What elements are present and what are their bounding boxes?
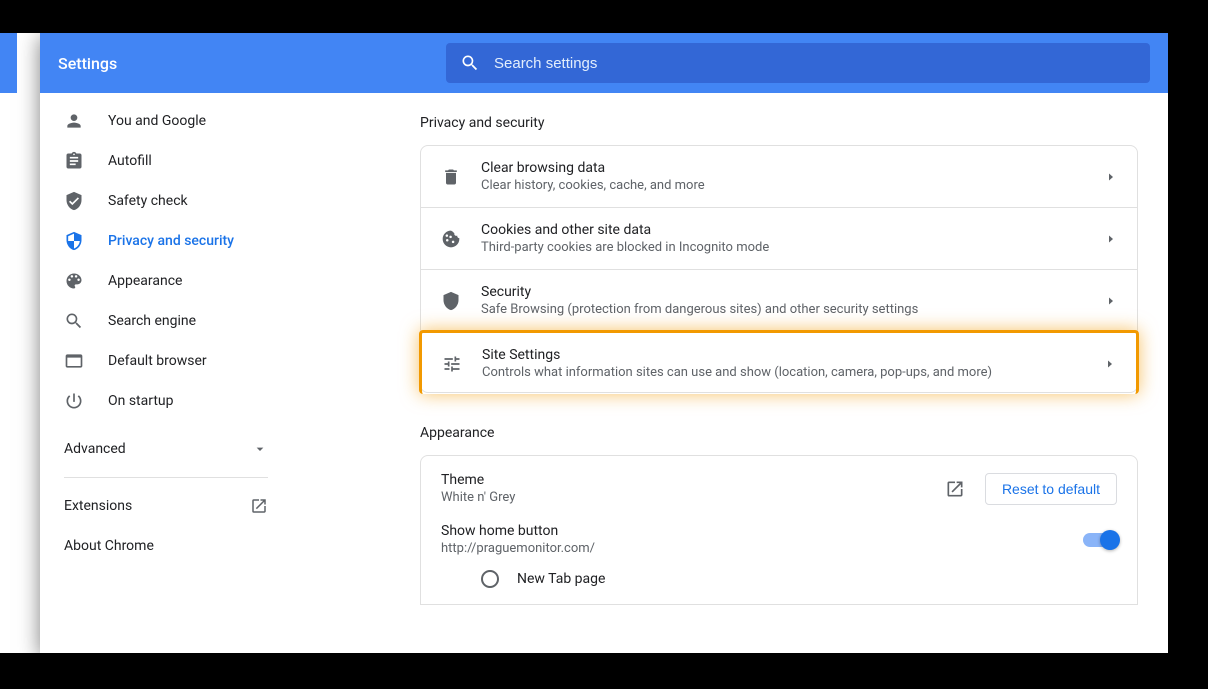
settings-title: Settings [58,54,446,73]
sidebar-item-label: Autofill [108,153,152,169]
clipboard-icon [64,151,84,171]
row-sub: Controls what information sites can use … [482,365,1104,380]
sidebar-about[interactable]: About Chrome [40,526,292,566]
trash-icon [441,167,461,187]
sidebar-item-autofill[interactable]: Autofill [40,141,292,181]
row-sub: Safe Browsing (protection from dangerous… [481,302,1105,317]
row-title: Site Settings [482,347,1104,363]
row-title: Security [481,284,1105,300]
sidebar-item-safety-check[interactable]: Safety check [40,181,292,221]
advanced-label: Advanced [64,441,126,457]
sidebar-item-search-engine[interactable]: Search engine [40,301,292,341]
person-icon [64,111,84,131]
sidebar-item-label: Search engine [108,313,196,329]
sidebar-item-privacy-security[interactable]: Privacy and security [40,221,292,261]
reset-theme-button[interactable]: Reset to default [985,473,1117,505]
home-label: Show home button [441,523,1083,539]
content-area: Privacy and security Clear browsing data… [292,93,1168,653]
sidebar-extensions[interactable]: Extensions [40,486,292,526]
sidebar-item-you-and-google[interactable]: You and Google [40,101,292,141]
tune-icon [442,354,462,374]
sidebar-item-default-browser[interactable]: Default browser [40,341,292,381]
row-title: Clear browsing data [481,160,1105,176]
appearance-card: Theme White n' Grey Reset to default Sho… [420,455,1138,605]
extensions-label: Extensions [64,498,132,514]
sidebar-item-label: Appearance [108,273,182,289]
row-home-button: Show home button http://praguemonitor.co… [441,523,1117,556]
external-link-icon [250,497,268,515]
sidebar-item-label: On startup [108,393,174,409]
about-label: About Chrome [64,538,154,554]
search-icon [460,53,480,73]
sidebar-item-label: Safety check [108,193,188,209]
privacy-card: Clear browsing data Clear history, cooki… [420,145,1138,393]
privacy-section-title: Privacy and security [420,115,1138,131]
chevron-down-icon [252,441,268,457]
sidebar-item-label: Privacy and security [108,233,234,249]
theme-label: Theme [441,472,945,488]
palette-icon [64,271,84,291]
row-sub: Clear history, cookies, cache, and more [481,178,1105,193]
sidebar-item-appearance[interactable]: Appearance [40,261,292,301]
chevron-right-icon [1104,358,1116,370]
theme-value: White n' Grey [441,490,945,505]
search-box[interactable] [446,43,1150,83]
chevron-right-icon [1105,233,1117,245]
appearance-section-title: Appearance [420,425,1138,441]
shield-check-icon [64,191,84,211]
sidebar-advanced[interactable]: Advanced [40,429,292,469]
row-title: Cookies and other site data [481,222,1105,238]
row-cookies[interactable]: Cookies and other site data Third-party … [421,208,1137,270]
home-value: http://praguemonitor.com/ [441,541,1083,556]
radio-label: New Tab page [517,571,605,587]
row-new-tab-option[interactable]: New Tab page [441,570,1117,588]
row-theme[interactable]: Theme White n' Grey Reset to default [441,472,1117,505]
sidebar-item-label: Default browser [108,353,207,369]
chevron-right-icon [1105,295,1117,307]
shield-icon [441,291,461,311]
sidebar-item-on-startup[interactable]: On startup [40,381,292,421]
header: Settings [40,33,1168,93]
home-button-toggle[interactable] [1083,533,1117,547]
shield-icon [64,231,84,251]
power-icon [64,391,84,411]
search-input[interactable] [494,55,1136,72]
cookie-icon [441,229,461,249]
sidebar-item-label: You and Google [108,113,206,129]
row-clear-browsing-data[interactable]: Clear browsing data Clear history, cooki… [421,146,1137,208]
radio-unchecked-icon[interactable] [481,570,499,588]
external-link-icon [945,479,965,499]
search-icon [64,311,84,331]
divider [64,477,268,478]
chevron-right-icon [1105,171,1117,183]
sidebar: You and Google Autofill Safety check Pri… [40,93,292,653]
browser-icon [64,351,84,371]
row-site-settings[interactable]: Site Settings Controls what information … [419,330,1139,394]
row-security[interactable]: Security Safe Browsing (protection from … [421,270,1137,332]
row-sub: Third-party cookies are blocked in Incog… [481,240,1105,255]
